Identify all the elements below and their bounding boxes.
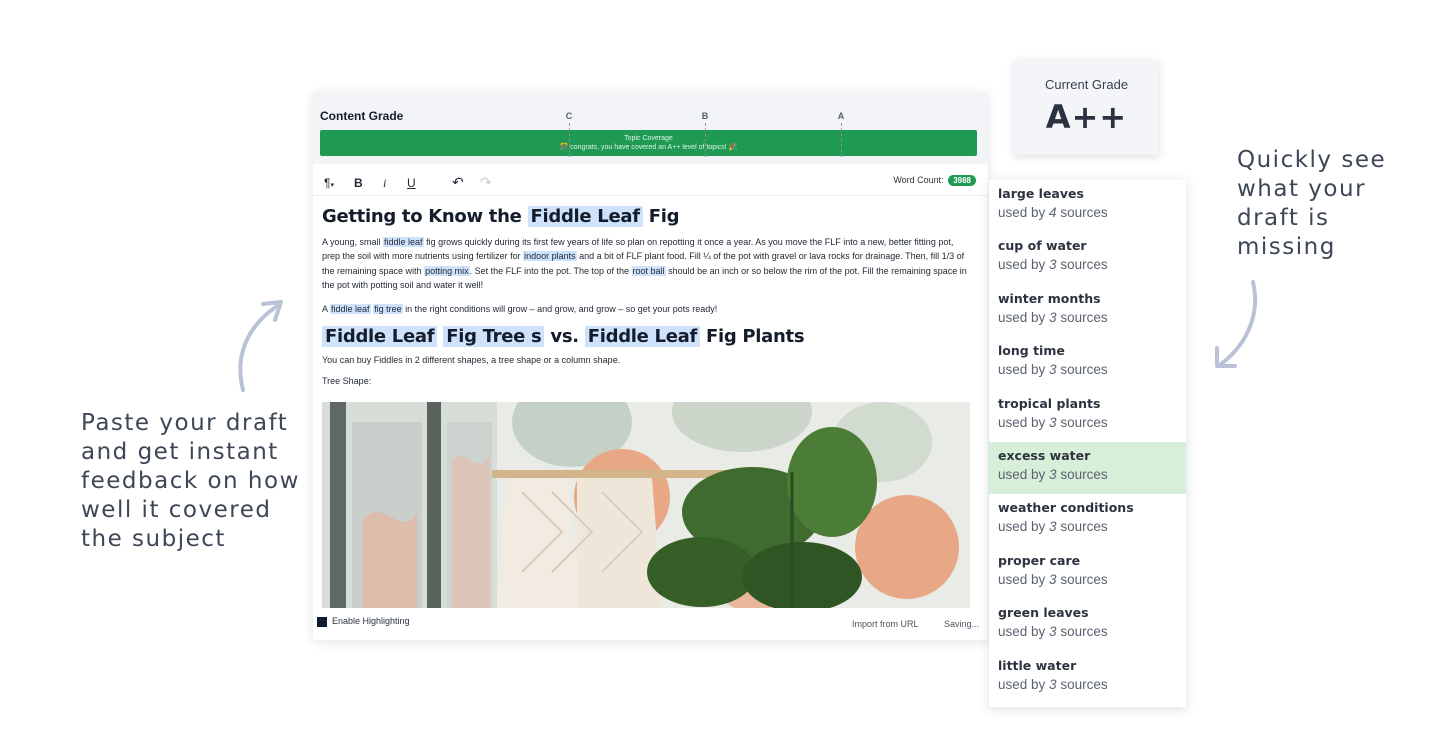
import-from-url-link[interactable]: Import from URL (852, 619, 919, 629)
current-grade-value: A++ (1045, 98, 1128, 136)
highlight-term: fiddle leaf (383, 237, 424, 247)
topic-coverage-title: Topic Coverage (624, 135, 673, 142)
topic-item[interactable]: tropical plants used by 3 sources (989, 390, 1186, 442)
fiddle-leaf-fig-photo (322, 402, 970, 608)
paragraph-2: A fiddle leaf fig tree in the right cond… (322, 303, 718, 314)
topic-item[interactable]: large leaves used by 4 sources (989, 180, 1186, 232)
paragraph-4: Tree Shape: (322, 376, 372, 387)
highlight-term: root ball (631, 265, 666, 276)
saving-status: Saving... (944, 619, 980, 629)
content-grade-bar: Content Grade C B A Topic Coverage 🎊 con… (313, 92, 988, 164)
document-heading-1: Getting to Know the Fiddle Leaf Fig (322, 206, 680, 227)
word-count-badge: 3988 (948, 175, 976, 186)
topics-list: large leaves used by 4 sources cup of wat… (989, 180, 1186, 707)
left-annotation: Paste your draft and get instant feedbac… (81, 410, 300, 552)
editor-toolbar: ¶▾ B i U ↶ ↷ Word Count: 3988 (313, 170, 988, 196)
paragraph-3: You can buy Fiddles in 2 different shape… (322, 355, 621, 366)
highlight-term: fig tree (373, 303, 403, 314)
editor-panel: Content Grade C B A Topic Coverage 🎊 con… (313, 92, 988, 640)
current-grade-label: Current Grade (1044, 77, 1129, 92)
tick-line-b (705, 123, 706, 157)
tick-label-c: C (565, 111, 573, 121)
highlight-term: fiddle leaf (330, 303, 371, 314)
left-arrow-icon (238, 300, 283, 392)
highlight-term: potting mix (424, 265, 470, 276)
topic-item[interactable]: little water used by 3 sources (989, 652, 1186, 704)
italic-button[interactable]: i (383, 176, 386, 191)
highlight-term: indoor plants (523, 251, 577, 262)
topic-coverage-message: 🎊 congrats, you have covered an A++ leve… (559, 144, 738, 151)
topic-item[interactable]: proper care used by 3 sources (989, 547, 1186, 599)
word-count: Word Count: 3988 (893, 175, 976, 186)
topic-item-active[interactable]: excess water used by 3 sources (989, 441, 1186, 495)
document-content[interactable]: Getting to Know the Fiddle Leaf Fig A yo… (322, 204, 972, 386)
enable-highlighting-checkbox[interactable] (317, 617, 327, 627)
editor-footer: Enable Highlighting Import from URL Savi… (313, 608, 988, 640)
topic-coverage-bar: Topic Coverage 🎊 congrats, you have cove… (320, 130, 977, 156)
paragraph-format-button[interactable]: ¶▾ (324, 176, 334, 190)
paragraph-1: A young, small fiddle leaf fig grows qui… (322, 237, 967, 291)
redo-button[interactable]: ↷ (480, 174, 492, 191)
topic-item[interactable]: cup of water used by 3 sources (989, 232, 1186, 284)
tick-label-a: A (837, 111, 845, 121)
right-arrow-icon (1215, 280, 1258, 368)
topic-item[interactable]: green leaves used by 3 sources (989, 599, 1186, 651)
topic-item[interactable]: long time used by 3 sources (989, 337, 1186, 389)
bold-button[interactable]: B (354, 176, 363, 190)
enable-highlighting-label[interactable]: Enable Highlighting (332, 616, 410, 626)
topic-item[interactable]: weather conditions used by 3 sources (989, 494, 1186, 546)
tick-line-a (841, 123, 842, 157)
content-grade-title: Content Grade (320, 109, 404, 123)
right-annotation: Quickly see what your draft is missing (1237, 147, 1387, 260)
topic-item[interactable]: winter months used by 3 sources (989, 285, 1186, 337)
tick-label-b: B (701, 111, 709, 121)
tick-line-c (569, 123, 570, 157)
current-grade-card: Current Grade A++ (1014, 60, 1159, 155)
document-heading-2: Fiddle Leaf Fig Tree s vs. Fiddle Leaf F… (322, 324, 972, 350)
underline-button[interactable]: U (407, 176, 416, 190)
undo-button[interactable]: ↶ (452, 174, 464, 191)
